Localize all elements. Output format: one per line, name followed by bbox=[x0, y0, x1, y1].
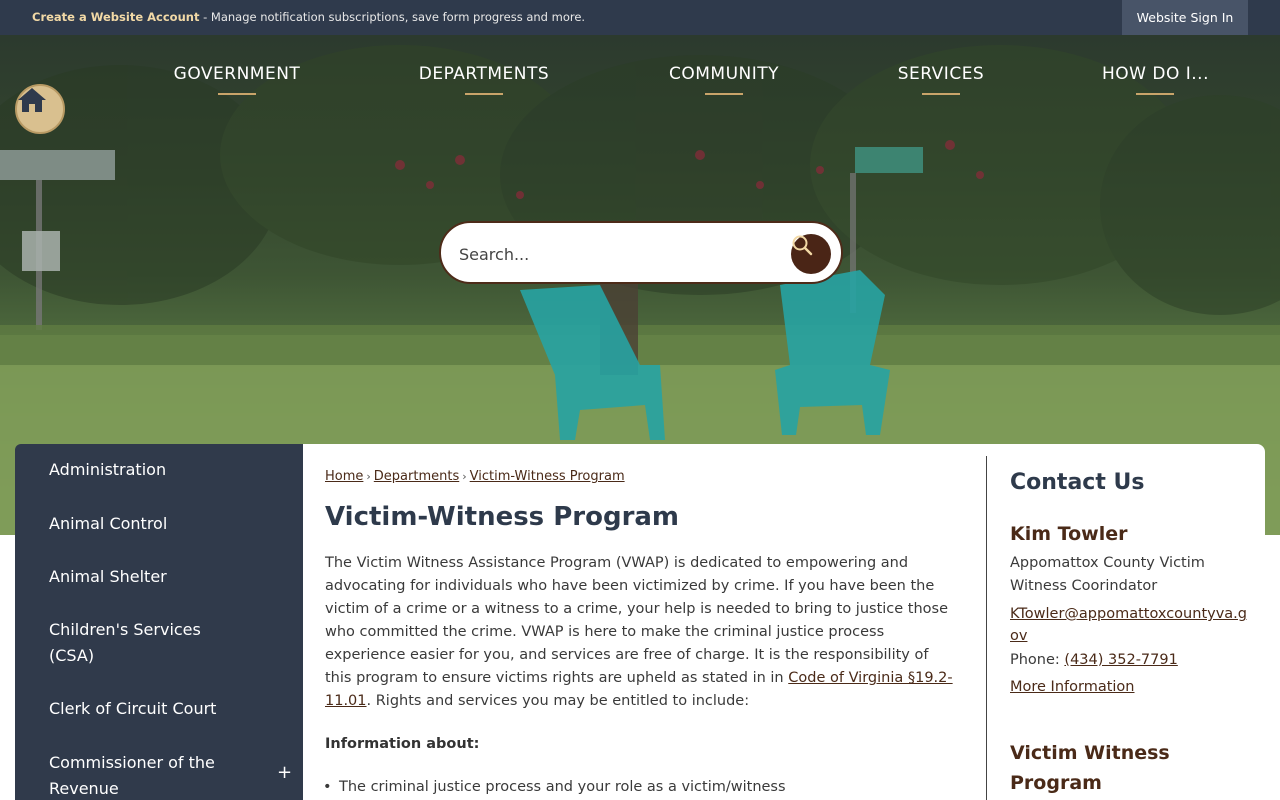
contact-title: Contact Us bbox=[1010, 470, 1145, 495]
contact-role: Appomattox County Victim Witness Coorind… bbox=[1010, 555, 1205, 594]
nav-government[interactable]: GOVERNMENT bbox=[173, 53, 301, 97]
phone-link[interactable]: (434) 352-7791 bbox=[1064, 652, 1177, 668]
intro-text: The Victim Witness Assistance Program (V… bbox=[325, 555, 949, 686]
breadcrumb-home[interactable]: Home bbox=[325, 469, 363, 484]
main-content: Home › Departments › Victim-Witness Program … bbox=[303, 444, 1265, 800]
sidebar-item-animal-shelter[interactable]: Animal Shelter bbox=[49, 564, 249, 590]
list-item: The criminal justice process and your ro… bbox=[323, 779, 786, 795]
website-sign-in-button[interactable]: Website Sign In bbox=[1122, 0, 1248, 35]
sidebar-item-commissioner-of-revenue[interactable]: Commissioner of the Revenue bbox=[49, 750, 239, 800]
nav-community[interactable]: COMMUNITY bbox=[668, 53, 780, 97]
sidebar-item-animal-control[interactable]: Animal Control bbox=[49, 511, 249, 537]
breadcrumb-departments[interactable]: Departments bbox=[374, 469, 459, 484]
account-message: Create a Website Account - Manage notifi… bbox=[32, 0, 585, 35]
sidebar-item-administration[interactable]: Administration bbox=[49, 457, 249, 483]
search-button[interactable] bbox=[791, 234, 831, 274]
contact-phone: Phone: (434) 352-7791 bbox=[1010, 652, 1178, 668]
breadcrumb: Home › Departments › Victim-Witness Program bbox=[325, 469, 625, 484]
breadcrumb-current[interactable]: Victim-Witness Program bbox=[470, 469, 625, 484]
sidebar-item-childrens-services[interactable]: Children's Services (CSA) bbox=[49, 617, 229, 669]
column-divider bbox=[986, 456, 987, 800]
account-message-text: - Manage notification subscriptions, sav… bbox=[199, 10, 586, 24]
intro-end-text: . Rights and services you may be entitle… bbox=[366, 693, 750, 709]
more-information-link[interactable]: More Information bbox=[1010, 679, 1135, 695]
intro-paragraph: The Victim Witness Assistance Program (V… bbox=[325, 552, 955, 713]
contact-name: Kim Towler bbox=[1010, 523, 1128, 545]
home-icon bbox=[18, 88, 46, 112]
sidebar-item-clerk-of-circuit-court[interactable]: Clerk of Circuit Court bbox=[49, 696, 249, 722]
page-title: Victim-Witness Program bbox=[325, 502, 680, 532]
home-button[interactable] bbox=[15, 84, 65, 134]
nav-departments[interactable]: DEPARTMENTS bbox=[417, 53, 551, 97]
top-utility-bar: Create a Website Account - Manage notifi… bbox=[0, 0, 1280, 35]
search-box bbox=[439, 221, 843, 284]
search-icon bbox=[792, 235, 813, 256]
department-sidebar: Administration Animal Control Animal She… bbox=[15, 444, 303, 800]
breadcrumb-separator: › bbox=[462, 470, 467, 483]
expand-icon[interactable]: + bbox=[277, 762, 292, 783]
info-label: Information about: bbox=[325, 736, 480, 752]
breadcrumb-separator: › bbox=[366, 470, 371, 483]
create-account-link[interactable]: Create a Website Account bbox=[32, 10, 199, 24]
nav-services[interactable]: SERVICES bbox=[896, 53, 986, 97]
search-input[interactable] bbox=[459, 241, 779, 267]
contact-section-title: Victim Witness Program bbox=[1010, 742, 1170, 794]
contact-email-link[interactable]: KTowler@appomattoxcountyva.gov bbox=[1010, 603, 1250, 647]
nav-how-do-i[interactable]: HOW DO I... bbox=[1102, 53, 1208, 97]
phone-label: Phone: bbox=[1010, 652, 1065, 668]
